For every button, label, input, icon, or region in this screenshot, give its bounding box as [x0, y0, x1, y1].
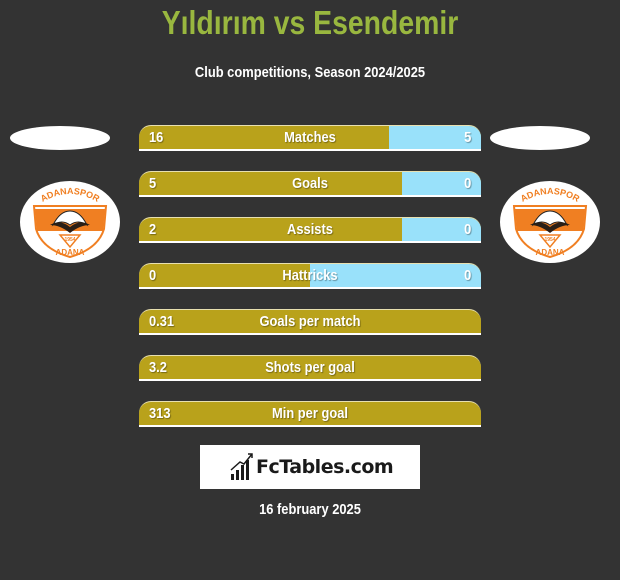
stat-label: Goals: [292, 175, 328, 192]
right-team-logo[interactable]: 1954 ADANASPOR ADANA: [500, 181, 600, 263]
stat-row-shots-per-goal: 3.2 Shots per goal: [139, 355, 481, 381]
date-label: 16 february 2025: [259, 501, 361, 518]
fctables-brand-link[interactable]: FcTables.com: [200, 445, 420, 489]
stat-row-min-per-goal: 313 Min per goal: [139, 401, 481, 427]
svg-text:ADANASPOR: ADANASPOR: [519, 186, 582, 204]
svg-text:ADANA: ADANA: [536, 248, 565, 257]
adanaspor-crest-icon: 1954 ADANASPOR ADANA: [32, 186, 108, 259]
bar-chart-icon: [230, 453, 253, 480]
left-value: 0: [149, 267, 157, 284]
stat-row-matches: 16 Matches 5: [139, 125, 481, 151]
right-value: 0: [463, 175, 471, 192]
page-subtitle: Club competitions, Season 2024/2025: [194, 64, 426, 81]
left-team-name-placeholder: [10, 126, 110, 150]
stat-row-hattricks: 0 Hattricks 0: [139, 263, 481, 289]
svg-text:1954: 1954: [544, 237, 555, 243]
left-value: 5: [149, 175, 157, 192]
stat-label: Hattricks: [282, 267, 338, 284]
right-value: 0: [463, 221, 471, 238]
page-title: Yıldırım vs Esendemir: [161, 4, 459, 41]
stat-row-goals: 5 Goals 0: [139, 171, 481, 197]
left-value: 2: [149, 221, 157, 238]
stat-label: Assists: [287, 221, 333, 238]
stat-row-assists: 2 Assists 0: [139, 217, 481, 243]
right-value: 0: [463, 267, 471, 284]
stat-label: Shots per goal: [265, 359, 355, 376]
stat-row-goals-per-match: 0.31 Goals per match: [139, 309, 481, 335]
stat-label: Matches: [284, 129, 336, 146]
brand-text: FcTables.com: [256, 456, 394, 478]
left-value: 16: [149, 129, 164, 146]
stat-label: Goals per match: [259, 313, 361, 330]
left-team-logo[interactable]: 1954 ADANASPOR ADANA: [20, 181, 120, 263]
svg-text:ADANASPOR: ADANASPOR: [39, 186, 102, 204]
stat-label: Min per goal: [272, 405, 348, 422]
right-team-name-placeholder: [490, 126, 590, 150]
svg-text:ADANA: ADANA: [56, 248, 85, 257]
right-value: 5: [463, 129, 471, 146]
adanaspor-crest-icon: 1954 ADANASPOR ADANA: [512, 186, 588, 259]
svg-text:1954: 1954: [64, 237, 75, 243]
